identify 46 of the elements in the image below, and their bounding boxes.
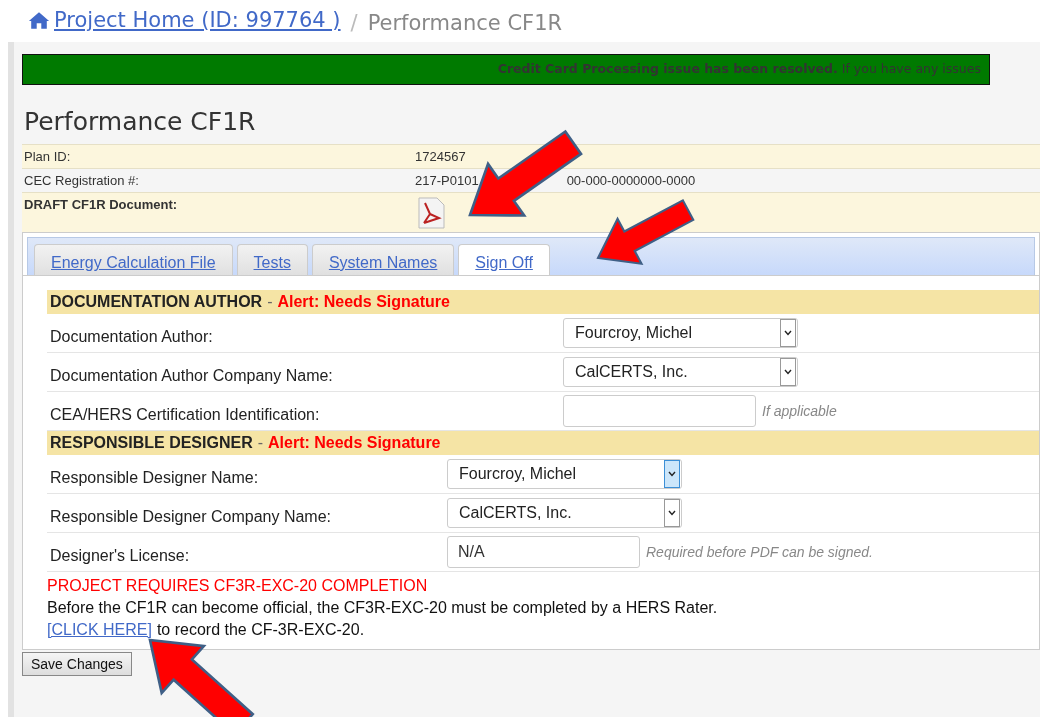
tab[interactable]: Sign Off	[458, 244, 550, 275]
click-here-link[interactable]: [CLICK HERE]	[47, 619, 152, 641]
dropdown-field[interactable]: CalCERTS, Inc.	[563, 357, 798, 387]
save-changes-button[interactable]: Save Changes	[22, 652, 132, 676]
section-separator: -	[267, 293, 273, 311]
pdf-icon[interactable]	[417, 197, 445, 229]
notice-banner: Credit Card Processing issue has been resolved. If you have any issues	[22, 54, 990, 85]
chevron-icon	[668, 510, 676, 516]
info-label: Plan ID:	[24, 149, 72, 164]
field-hint: If applicable	[761, 403, 838, 419]
section-title: DOCUMENTATION AUTHOR	[50, 293, 263, 311]
breadcrumb-current: Performance CF1R	[367, 10, 563, 35]
dropdown-field[interactable]: Fourcroy, Michel	[563, 318, 798, 348]
tab[interactable]: Tests	[236, 244, 308, 275]
alert-text: Alert: Needs Signature	[268, 434, 441, 452]
field-label: CEA/HERS Certification Identification:	[50, 405, 321, 424]
alert-text: Alert: Needs Signature	[277, 293, 450, 311]
requirement-text: Before the CF1R can become official, the CF3R-EXC-20 must be completed by a HERS Rater.	[47, 598, 719, 618]
section-title: RESPONSIBLE DESIGNER	[50, 434, 253, 452]
home-icon	[28, 10, 50, 30]
field-label: Designer's License:	[50, 546, 191, 565]
field-label: Documentation Author Company Name:	[50, 366, 334, 385]
tab[interactable]: Energy Calculation File	[34, 244, 233, 275]
page-title: Performance CF1R	[24, 107, 257, 136]
info-label: CEC Registration #:	[24, 173, 140, 188]
field-label: Responsible Designer Company Name:	[50, 507, 333, 526]
info-value: 00-000-0000000-0000	[566, 173, 696, 188]
info-value: 217-P0101	[415, 173, 479, 188]
text-field[interactable]: N/A	[447, 536, 640, 568]
dropdown-field[interactable]: Fourcroy, Michel	[447, 459, 682, 489]
chevron-icon	[784, 369, 792, 375]
text-field[interactable]	[563, 395, 756, 427]
field-hint: Required before PDF can be signed.	[645, 544, 874, 560]
field-label: Responsible Designer Name:	[50, 468, 260, 487]
requirement-heading: PROJECT REQUIRES CF3R-EXC-20 COMPLETION	[47, 576, 429, 596]
info-label: DRAFT CF1R Document:	[24, 197, 179, 212]
chevron-icon	[668, 471, 676, 477]
info-value: 1724567	[415, 149, 467, 164]
link-description: to record the CF-3R-EXC-20.	[156, 620, 365, 640]
section-separator: -	[257, 434, 264, 452]
dropdown-field[interactable]: CalCERTS, Inc.	[447, 498, 682, 528]
breadcrumb-separator: /	[350, 10, 358, 35]
field-label: Documentation Author:	[50, 327, 214, 346]
tab[interactable]: System Names	[311, 244, 455, 275]
home-link[interactable]: Project Home (ID: 997764 )	[28, 8, 341, 32]
chevron-icon	[784, 330, 792, 336]
